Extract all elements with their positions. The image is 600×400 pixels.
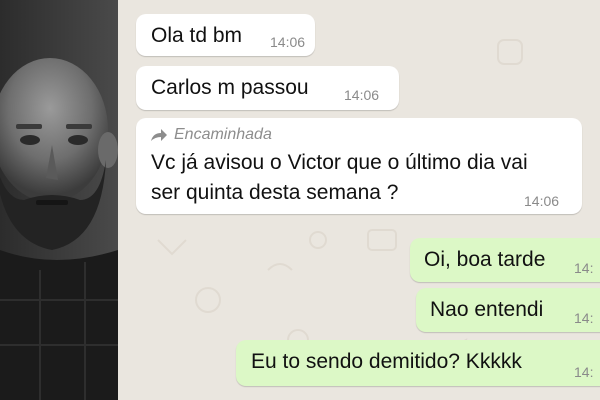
- forward-arrow-icon: [151, 129, 167, 141]
- message-bubble-outgoing[interactable]: Nao entendi 14:: [416, 288, 600, 332]
- message-bubble-outgoing[interactable]: Eu to sendo demitido? Kkkkk 14:: [236, 340, 600, 386]
- message-text: Oi, boa tarde: [424, 248, 546, 271]
- message-timestamp: 14:: [574, 260, 594, 276]
- person-photo-illustration: [0, 0, 118, 400]
- message-text: Ola td bm: [151, 24, 243, 47]
- message-bubble-incoming[interactable]: Carlos m passou 14:06: [136, 66, 399, 110]
- message-timestamp: 14:06: [270, 34, 306, 50]
- message-bubble-incoming[interactable]: Ola td bm 14:06: [136, 14, 315, 56]
- message-timestamp: 14:: [574, 364, 594, 380]
- message-text-line: ser quinta desta semana ?: [151, 181, 399, 204]
- chat-area: Ola td bm 14:06 Carlos m passou 14:06 En…: [118, 0, 600, 400]
- profile-photo: [0, 0, 118, 400]
- message-text: Eu to sendo demitido? Kkkkk: [251, 350, 522, 373]
- message-bubble-outgoing[interactable]: Oi, boa tarde 14:: [410, 238, 600, 282]
- message-text: Nao entendi: [430, 298, 544, 321]
- message-timestamp: 14:: [574, 310, 594, 326]
- message-text-line: Vc já avisou o Victor que o último dia v…: [151, 151, 528, 174]
- message-timestamp: 14:06: [344, 87, 380, 103]
- forwarded-label-text: Encaminhada: [174, 126, 272, 143]
- message-bubble-forwarded[interactable]: Encaminhada Vc já avisou o Victor que o …: [136, 118, 582, 214]
- message-text: Carlos m passou: [151, 76, 309, 99]
- forwarded-label: Encaminhada: [150, 126, 272, 144]
- message-timestamp: 14:06: [524, 193, 560, 209]
